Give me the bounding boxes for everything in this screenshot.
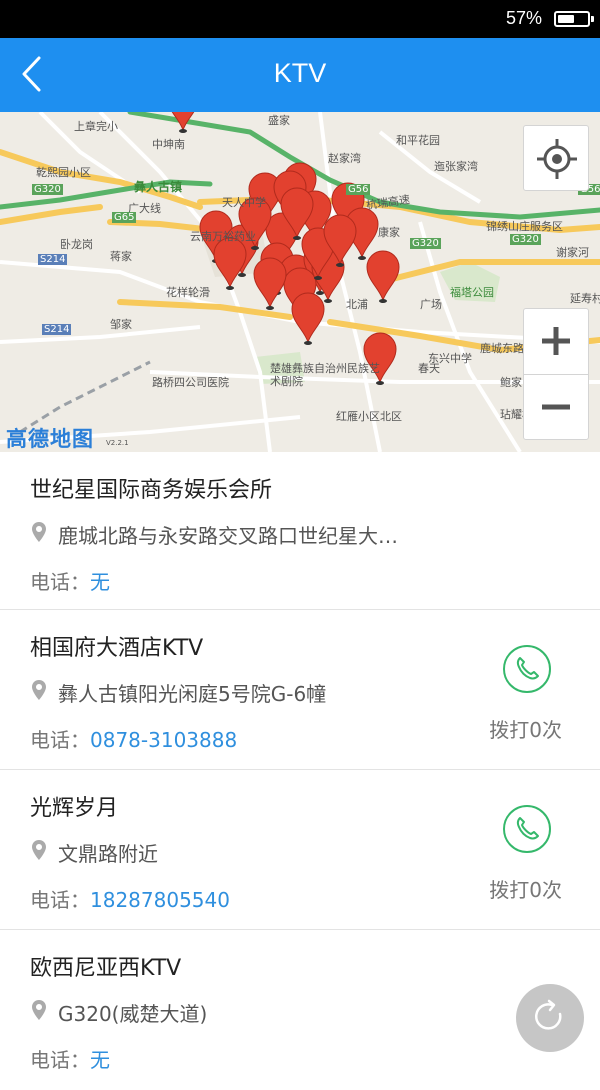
map-label: S214 [42, 324, 72, 335]
location-pin-icon [32, 840, 46, 860]
place-name: 世纪星国际商务娱乐会所 [30, 478, 273, 503]
map-label: 和平花园 [396, 134, 440, 147]
map-label: 赵家湾 [328, 152, 361, 165]
minus-icon [542, 404, 570, 410]
map-marker-anchor [324, 299, 332, 303]
battery-icon [554, 11, 594, 27]
map-marker-anchor [238, 273, 246, 277]
map-marker-anchor [266, 306, 274, 310]
place-item[interactable]: 相国府大酒店KTV 彝人古镇阳光闲庭5号院G-6幢 电话：0878-310388… [0, 610, 600, 770]
map-label: 云南万裕药业 [190, 230, 256, 243]
map-label: 红雁小区北区 [336, 410, 402, 423]
map-marker-anchor [179, 129, 187, 133]
map-label: 谢家河 [556, 246, 589, 259]
map-label: 康家 [378, 226, 400, 239]
place-name: 相国府大酒店KTV [30, 636, 204, 661]
map-marker-anchor [316, 291, 324, 295]
map-label: 邹家 [110, 318, 132, 331]
map-label: 福塔公园 [450, 286, 494, 299]
map-label: G320 [32, 184, 63, 195]
place-address: G320(威楚大道) [58, 1002, 208, 1026]
map-label: 卧龙岗 [60, 238, 93, 251]
map-label: 延寿村 [570, 292, 600, 305]
place-name: 欧西尼亚西KTV [30, 956, 182, 981]
map-view[interactable]: 上章完小 中坤南 盛家 和平花园 赵家湾 迤张家湾 乾熙园小区 彝人古镇 天人中… [0, 112, 600, 452]
page-title: KTV [273, 58, 327, 88]
map-label: 彝人古镇 [134, 180, 183, 194]
map-label: 盛家 [268, 114, 290, 127]
map-label: G56 [346, 184, 371, 195]
map-label: 中坤南 [152, 138, 185, 151]
map-label: 广场 [420, 298, 442, 311]
map-marker-anchor [304, 341, 312, 345]
battery-level [558, 15, 574, 23]
place-phone: 电话：18287805540 [30, 884, 230, 913]
map-label: 上章完小 [74, 120, 118, 133]
zoom-controls [523, 308, 589, 440]
locate-button[interactable] [523, 125, 589, 191]
map-marker-anchor [379, 299, 387, 303]
map-label: 蒋家 [110, 250, 132, 263]
map-label: 楚雄彝族自治州民族艺术剧院 [270, 362, 380, 388]
phone-label: 电话： [30, 888, 90, 912]
map-label: 迤张家湾 [434, 160, 478, 173]
zoom-in-button[interactable] [524, 309, 588, 375]
location-pin-icon [32, 680, 46, 700]
call-count: 拨打0次 [489, 878, 562, 902]
crosshair-icon [537, 139, 577, 179]
map-label: G65 [112, 212, 137, 223]
phone-label: 电话： [30, 1048, 90, 1072]
place-item[interactable]: 欧西尼亚西KTV G320(威楚大道) 电话：无 [0, 930, 600, 1090]
location-pin-icon [32, 1000, 46, 1020]
map-label: 花样轮滑 [166, 286, 210, 299]
refresh-icon [534, 999, 562, 1030]
map-marker-anchor [293, 236, 301, 240]
map-marker-anchor [251, 246, 259, 250]
map-label: G320 [510, 234, 541, 245]
phone-call-icon[interactable] [502, 644, 552, 694]
place-phone: 电话：0878-3103888 [30, 724, 237, 753]
map-label: 锦绣山庄服务区 [486, 220, 563, 233]
map-provider-logo: 高德地图 [6, 427, 94, 451]
map-label: 春天 [418, 362, 440, 375]
place-address: 文鼎路附近 [58, 842, 158, 866]
phone-number[interactable]: 18287805540 [90, 888, 230, 912]
map-label: S214 [38, 254, 68, 265]
place-phone: 电话：无 [30, 1044, 110, 1073]
map-label: 鲍家 [500, 376, 522, 389]
map-label: 路桥四公司医院 [152, 376, 229, 389]
map-version: V2.2.1 [106, 439, 129, 447]
place-item[interactable]: 世纪星国际商务娱乐会所 鹿城北路与永安路交叉路口世纪星大… 电话：无 [0, 452, 600, 610]
phone-call-icon[interactable] [502, 804, 552, 854]
map-label: 天人中学 [222, 196, 266, 209]
battery-percent: 57% [505, 8, 542, 28]
map-roads [0, 112, 600, 452]
map-marker-anchor [358, 256, 366, 260]
place-item[interactable]: 光辉岁月 文鼎路附近 电话：18287805540 拨打0次 [0, 770, 600, 930]
phone-number: 无 [90, 1048, 110, 1072]
location-pin-icon [32, 522, 46, 542]
map-label: G320 [410, 238, 441, 249]
place-list: 世纪星国际商务娱乐会所 鹿城北路与永安路交叉路口世纪星大… 电话：无 相国府大酒… [0, 452, 600, 1090]
place-name: 光辉岁月 [30, 796, 119, 821]
call-count: 拨打0次 [489, 718, 562, 742]
refresh-button[interactable] [516, 984, 584, 1052]
plus-icon [542, 327, 570, 355]
map-label: 鹿城东路 [480, 342, 524, 355]
place-address: 鹿城北路与永安路交叉路口世纪星大… [58, 524, 398, 548]
place-phone: 电话：无 [30, 566, 110, 595]
map-marker-anchor [226, 286, 234, 290]
map-label: 北浦 [346, 298, 368, 311]
phone-number: 无 [90, 570, 110, 594]
map-marker-anchor [336, 263, 344, 267]
map-label: 乾熙园小区 [36, 166, 91, 179]
map-marker-anchor [314, 276, 322, 280]
phone-label: 电话： [30, 728, 90, 752]
place-address: 彝人古镇阳光闲庭5号院G-6幢 [58, 682, 327, 706]
title-bar: KTV [0, 38, 600, 112]
phone-number[interactable]: 0878-3103888 [90, 728, 237, 752]
zoom-out-button[interactable] [524, 375, 588, 439]
phone-label: 电话： [30, 570, 90, 594]
status-bar: 57% [0, 0, 600, 38]
